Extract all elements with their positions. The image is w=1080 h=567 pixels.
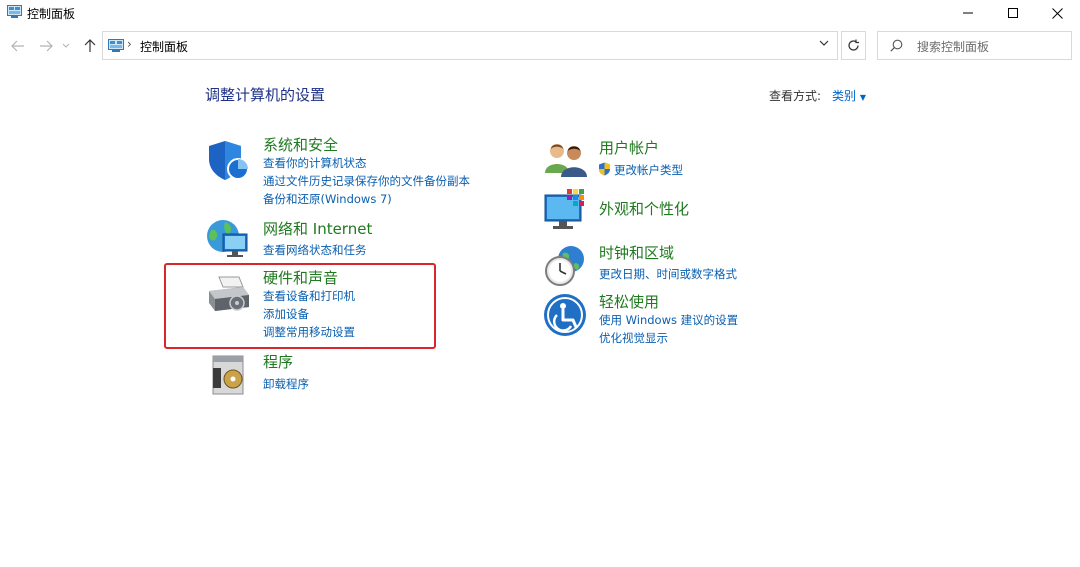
close-button[interactable] [1034,0,1080,26]
back-button[interactable] [9,37,27,55]
link-file-history[interactable]: 通过文件历史记录保存你的文件备份副本 [263,173,470,189]
minimize-button[interactable] [945,0,991,26]
programs-disc-icon [212,355,244,395]
breadcrumb[interactable]: 控制面板 [140,38,188,55]
search-icon [890,39,903,52]
category-title[interactable]: 时钟和区域 [599,242,674,263]
forward-button[interactable] [37,37,55,55]
link-change-account-type[interactable]: 更改帐户类型 [614,162,683,178]
back-arrow-icon [11,40,24,52]
highlight-box [164,263,436,349]
monitor-palette-icon [544,189,584,229]
control-panel-icon [7,5,22,18]
breadcrumb-separator-icon: › [127,37,132,51]
chevron-down-icon[interactable] [819,40,829,47]
link-view-computer-status[interactable]: 查看你的计算机状态 [263,155,367,171]
maximize-button[interactable] [990,0,1036,26]
maximize-icon [1008,8,1018,18]
close-icon [1051,7,1063,19]
search-box[interactable]: 搜索控制面板 [877,31,1072,60]
shield-icon [209,141,249,180]
navigation-bar: › 控制面板 搜索控制面板 [0,30,1080,62]
search-input[interactable]: 搜索控制面板 [917,38,989,55]
category-title[interactable]: 系统和安全 [263,134,338,155]
uac-shield-icon [599,162,610,176]
category-title[interactable]: 程序 [263,351,293,372]
users-icon [545,144,587,177]
control-panel-icon [108,39,124,52]
link-optimize-visual-display[interactable]: 优化视觉显示 [599,330,668,346]
refresh-button[interactable] [841,31,866,60]
category-title[interactable]: 网络和 Internet [263,218,372,239]
title-bar: 控制面板 [0,0,1080,26]
link-network-status[interactable]: 查看网络状态和任务 [263,242,367,258]
dropdown-arrow-icon: ▼ [859,93,866,102]
ease-of-access-icon [544,294,586,336]
category-title[interactable]: 用户帐户 [599,137,659,158]
view-by-label: 查看方式: [769,89,822,103]
minimize-icon [963,12,973,14]
recent-locations-button[interactable] [60,37,72,55]
link-uninstall-program[interactable]: 卸载程序 [263,376,309,392]
network-globe-icon [207,220,248,257]
address-bar[interactable]: › 控制面板 [102,31,838,60]
window-title: 控制面板 [27,7,76,21]
refresh-icon [848,39,859,51]
category-title[interactable]: 轻松使用 [599,291,659,312]
view-by-dropdown[interactable]: 类别 ▼ [832,87,866,104]
chevron-down-icon [62,43,70,48]
up-arrow-icon [84,39,96,52]
category-title[interactable]: 外观和个性化 [599,198,689,219]
page-title: 调整计算机的设置 [205,86,326,104]
link-change-date-time-format[interactable]: 更改日期、时间或数字格式 [599,266,737,282]
up-button[interactable] [81,37,99,55]
view-by-value[interactable]: 类别 [832,89,856,103]
clock-globe-icon [545,246,584,286]
link-recommended-settings[interactable]: 使用 Windows 建议的设置 [599,312,738,328]
link-backup-restore[interactable]: 备份和还原(Windows 7) [263,191,392,207]
forward-arrow-icon [40,40,53,52]
